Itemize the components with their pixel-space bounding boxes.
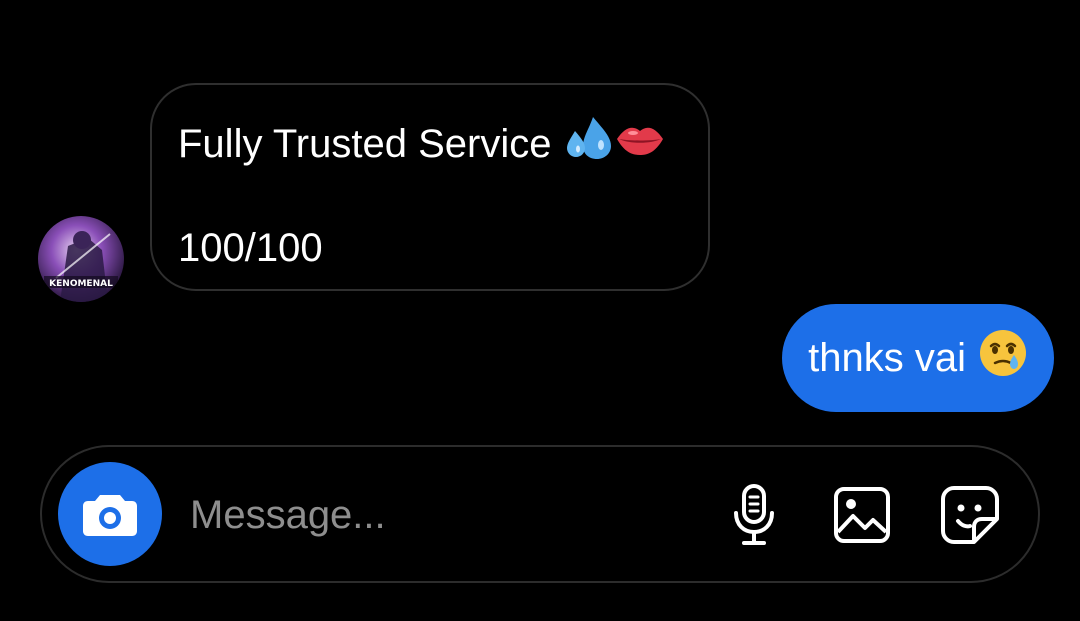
face-holding-back-tears-emoji <box>978 328 1028 388</box>
gallery-button[interactable] <box>826 479 898 551</box>
avatar-caption: KENOMENAL <box>49 279 113 289</box>
sticker-button[interactable] <box>934 479 1006 551</box>
sticker-icon <box>941 486 999 544</box>
incoming-message-line-1: Fully Trusted Service <box>178 115 682 173</box>
camera-icon <box>83 495 137 536</box>
chat-screen: KENOMENAL Fully Trusted Service 100/100 … <box>0 0 1080 621</box>
voice-message-button[interactable] <box>718 479 790 551</box>
sweat-droplets-emoji <box>563 115 613 173</box>
microphone-icon <box>734 484 774 545</box>
incoming-message-bubble[interactable]: Fully Trusted Service 100/100 <box>150 83 710 291</box>
incoming-message-line-2: 100/100 <box>178 223 682 273</box>
camera-button[interactable] <box>58 462 162 566</box>
incoming-message-score: 100/100 <box>178 226 323 270</box>
outgoing-message-bubble[interactable]: thnks vai <box>782 304 1054 412</box>
gallery-icon <box>834 487 890 543</box>
message-composer <box>40 445 1040 583</box>
outgoing-message-text: thnks vai <box>808 335 966 380</box>
message-input[interactable] <box>190 487 710 543</box>
avatar-image: KENOMENAL <box>38 216 124 302</box>
sender-avatar[interactable]: KENOMENAL <box>38 216 124 302</box>
lips-emoji <box>615 119 665 169</box>
incoming-message-text: Fully Trusted Service <box>178 122 552 166</box>
